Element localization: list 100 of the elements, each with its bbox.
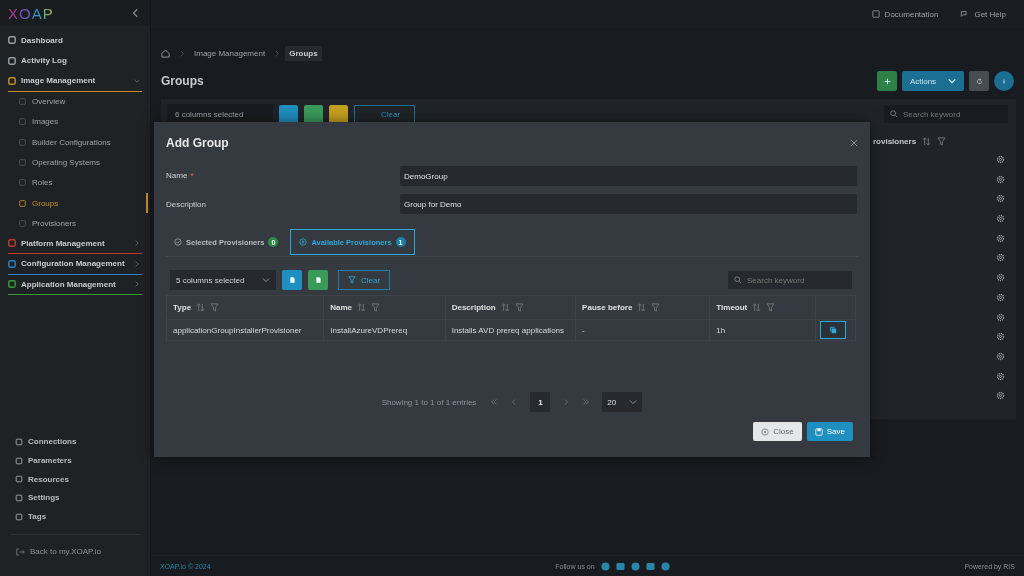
chevron-icon[interactable] [134,77,140,84]
sidebar-item[interactable]: Parameters [0,451,150,470]
sort-icon[interactable] [637,303,647,312]
chevron-icon[interactable] [134,281,140,288]
clear-button[interactable]: Clear [338,270,391,290]
square-icon [19,138,26,146]
square-icon [19,199,26,207]
breadcrumb-item[interactable]: Groups [285,46,322,61]
column-header[interactable]: rovisioners [873,137,917,146]
sidebar-item[interactable]: Overview [0,91,150,112]
field-label: Name [166,171,188,181]
add-button[interactable] [877,71,897,91]
copy-icon [828,326,837,334]
actions-button[interactable]: Actions [902,71,964,91]
sidebar-item[interactable]: Groups [0,193,148,214]
sidebar-item[interactable]: Builder Configurations [0,132,150,153]
info-button[interactable] [994,71,1014,91]
filter-icon [348,276,356,284]
chevron-icon[interactable] [134,240,140,247]
file-icon [314,276,322,284]
square-icon [15,493,23,502]
sidebar-item[interactable]: Roles [0,172,150,193]
sort-icon[interactable] [196,303,206,312]
column-header[interactable]: Description [451,303,496,312]
sidebar-item[interactable]: Configuration Management [8,254,142,275]
home-icon[interactable] [161,49,170,58]
plus-icon [883,77,891,85]
help-link[interactable]: Get Help [960,9,1006,19]
sort-icon[interactable] [922,137,932,146]
close-button[interactable]: Close [753,422,802,441]
pagination-info: Showing 1 to 1 of 1 entries [381,397,477,407]
search-icon [890,110,898,118]
square-icon [15,456,23,465]
sidebar-item[interactable]: Activity Log [0,50,150,71]
gear-icon[interactable] [996,155,1005,164]
chevron-down-icon [948,77,957,85]
refresh-button[interactable] [969,71,989,91]
file-icon [288,276,296,284]
filter-icon[interactable] [937,137,947,146]
sort-icon[interactable] [357,303,367,312]
documentation-link[interactable]: Documentation [871,9,939,19]
sidebar-item[interactable]: Image Management [8,71,142,92]
field-label: Description [166,199,206,209]
save-button[interactable]: Save [806,422,853,441]
check-circle-icon [174,238,182,246]
page-button[interactable]: 1 [530,392,551,412]
search-field[interactable]: Search keyword [728,271,852,289]
sidebar-item[interactable]: Platform Management [8,233,142,255]
filter-icon[interactable] [651,303,661,312]
chat-icon [960,10,970,18]
exit-icon [16,547,25,556]
export-button[interactable] [282,270,302,290]
sort-icon[interactable] [500,303,510,312]
save-icon [814,427,823,436]
table-cell: Installs AVD prereq applications [451,325,565,335]
sidebar-item[interactable]: Operating Systems [0,152,150,173]
sidebar-item[interactable]: Images [0,111,150,133]
table-cell: 1h [716,325,726,335]
close-circle-icon [761,427,770,436]
square-icon [19,159,26,167]
back-link[interactable]: Back to my.XOAP.io [0,535,150,576]
page-size-select[interactable]: 20 [602,392,643,412]
chevron-right-icon [275,50,280,57]
refresh-icon [975,77,983,85]
filter-icon[interactable] [210,303,220,312]
breadcrumb-item[interactable]: Image Management [194,49,266,58]
add-row-button[interactable] [819,321,846,339]
column-header[interactable]: Timeout [716,303,748,312]
column-header[interactable]: Pause before [582,303,633,312]
filter-icon[interactable] [514,303,524,312]
sidebar-item[interactable]: Connections [0,432,150,452]
sidebar-item[interactable]: Provisioners [0,213,150,234]
filter-icon[interactable] [371,303,381,312]
column-selector[interactable]: 6 columns selected [167,104,273,124]
square-icon [15,512,23,521]
square-icon [19,219,26,227]
search-field[interactable]: Search keyword [884,105,1008,123]
column-selector[interactable]: 5 columns selected [170,270,276,290]
chevron-right-icon [180,50,184,57]
column-header[interactable]: Name [330,303,353,312]
chevron-icon[interactable] [134,260,140,267]
plus-circle-icon [299,238,308,246]
table-cell: applicationGroupInstallerProvisioner [173,325,302,335]
input-field[interactable]: DemoGroup [400,166,857,186]
sidebar-item[interactable]: Tags [0,507,150,526]
chevron-down-icon [629,398,638,406]
sidebar-item[interactable]: Dashboard [0,30,150,51]
column-header[interactable]: Type [173,303,192,312]
export-button[interactable] [308,270,328,290]
chevron-left-icon[interactable] [132,8,138,18]
square-icon [19,118,26,126]
close-icon[interactable] [850,139,858,147]
sidebar-item[interactable]: Resources [0,469,150,489]
sidebar-item[interactable]: Settings [0,488,150,508]
sidebar-item[interactable]: Application Management [8,274,142,296]
filter-icon[interactable] [766,303,776,312]
dialog-title: Add Group [166,136,229,150]
sort-icon[interactable] [752,303,762,312]
square-icon [19,179,26,187]
input-field[interactable]: Group for Demo [400,194,857,214]
